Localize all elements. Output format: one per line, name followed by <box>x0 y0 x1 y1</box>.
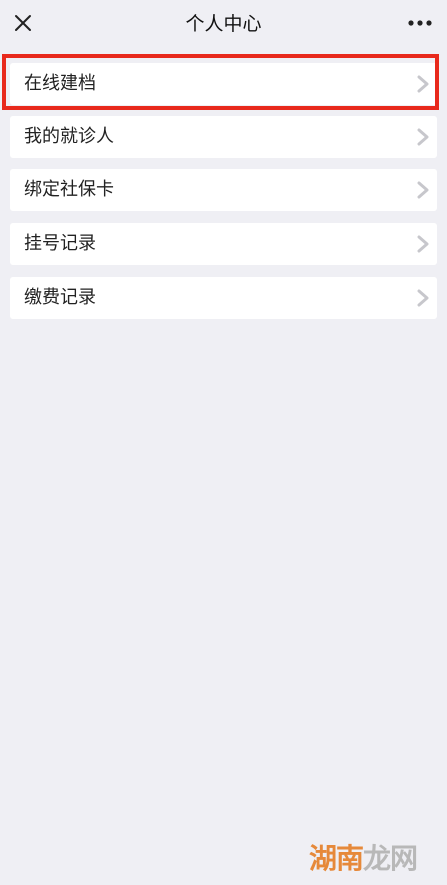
menu-item-registration-records[interactable]: 挂号记录 <box>10 223 437 265</box>
menu-item-online-registration[interactable]: 在线建档 <box>10 63 437 105</box>
more-button[interactable] <box>403 12 437 34</box>
chevron-right-icon <box>417 75 429 93</box>
navigation-bar: 个人中心 <box>0 0 447 50</box>
menu-item-bind-social-security-card[interactable]: 绑定社保卡 <box>10 169 437 211</box>
chevron-right-icon <box>417 289 429 307</box>
chevron-right-icon <box>417 235 429 253</box>
page-title: 个人中心 <box>185 13 262 35</box>
chevron-right-icon <box>417 128 429 146</box>
watermark: 湖南龙网 <box>308 837 418 877</box>
more-icon <box>408 20 432 26</box>
menu-item-my-patients[interactable]: 我的就诊人 <box>10 116 437 158</box>
watermark-right: 龙网 <box>362 842 418 875</box>
menu-item-label: 缴费记录 <box>24 287 96 308</box>
menu-item-label: 绑定社保卡 <box>24 179 114 200</box>
menu-item-label: 在线建档 <box>24 73 96 94</box>
watermark-left: 湖南 <box>308 842 364 875</box>
menu-item-payment-records[interactable]: 缴费记录 <box>10 277 437 319</box>
menu-item-label: 我的就诊人 <box>24 126 114 147</box>
chevron-right-icon <box>417 181 429 199</box>
menu-item-label: 挂号记录 <box>24 233 96 254</box>
